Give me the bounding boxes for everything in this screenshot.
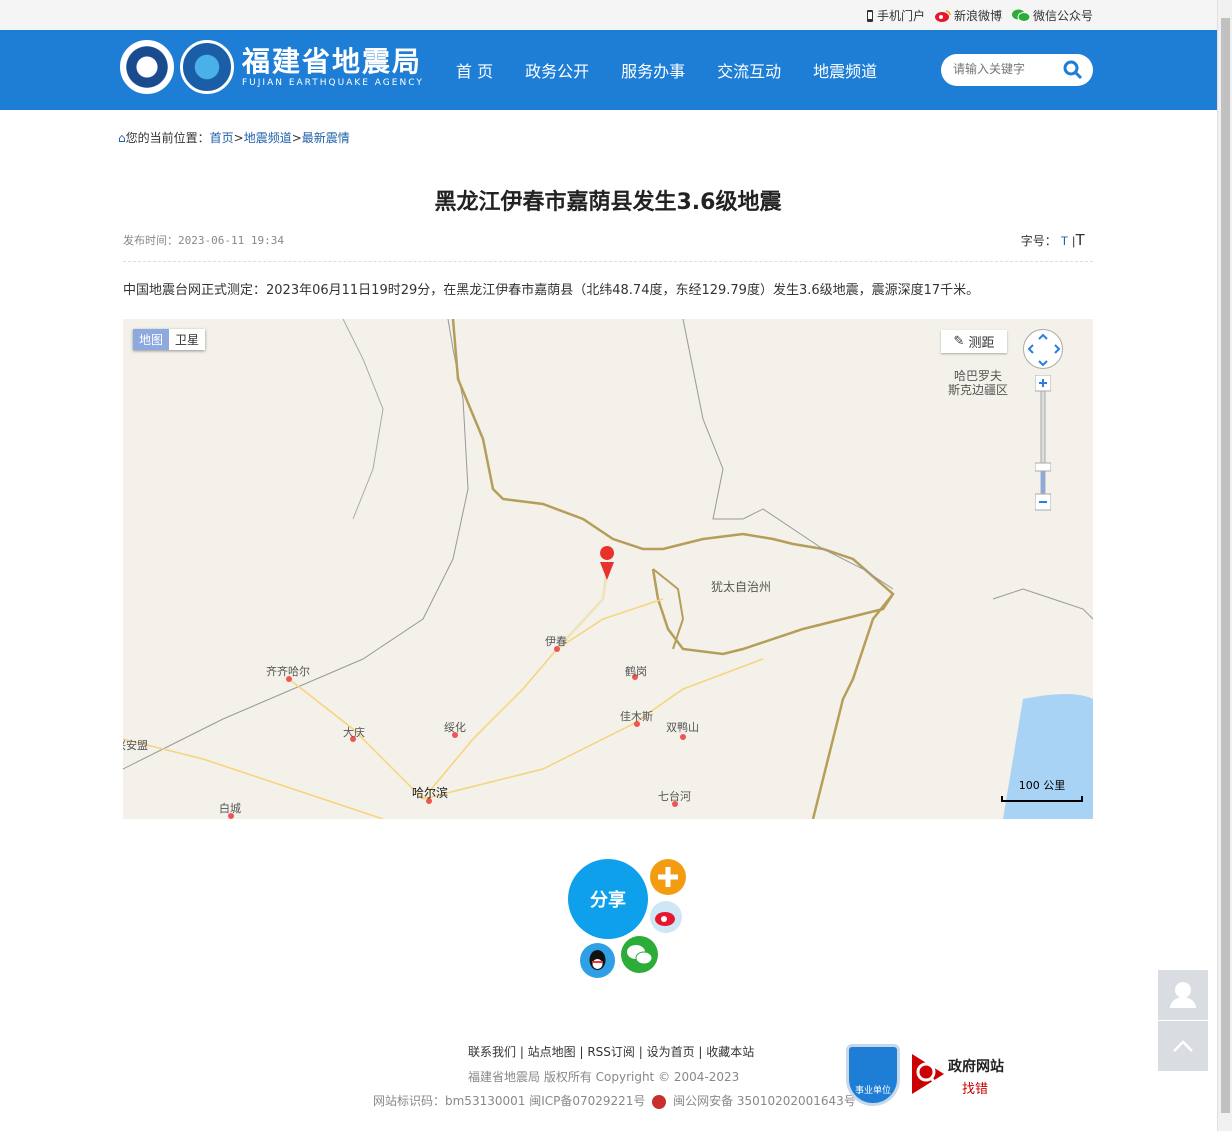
share-weibo-icon[interactable] — [650, 901, 682, 933]
publish-time: 发布时间：2023-06-11 19:34 — [123, 234, 284, 247]
wechat-icon — [1011, 9, 1030, 22]
site-name-en: FUJIAN EARTHQUAKE AGENCY — [242, 78, 424, 88]
share-more-icon[interactable] — [650, 859, 686, 895]
map-label: 伊春 — [545, 635, 567, 648]
nav-services[interactable]: 服务办事 — [605, 58, 701, 82]
share-wechat-icon[interactable] — [621, 936, 658, 973]
user-icon — [1170, 982, 1196, 1008]
site-name: 福建省地震局 — [242, 45, 423, 78]
map-label: 兴安盟 — [123, 739, 148, 752]
ruler-icon: ✎ — [953, 334, 965, 349]
map-label: 齐齐哈尔 — [266, 665, 310, 678]
font-small-button[interactable]: T — [1061, 234, 1068, 248]
share-qq-icon[interactable] — [580, 943, 615, 978]
institution-badge[interactable]: 事业单位 — [846, 1044, 900, 1106]
top-bar: 手机门户 新浪微博 微信公众号 — [0, 0, 1217, 30]
map-label: 七台河 — [658, 790, 691, 803]
map-type-map[interactable]: 地图 — [133, 329, 170, 350]
article-meta: 发布时间：2023-06-11 19:34 字号： T |T — [123, 232, 1093, 262]
font-size-control: 字号： T |T — [1020, 232, 1085, 249]
home-icon: ⌂ — [118, 131, 126, 145]
fjea-logo-icon — [180, 40, 234, 94]
mobile-link[interactable]: 手机门户 — [866, 7, 925, 24]
footer-icp: 网站标识码：bm53130001 闽ICP备07029221号 闽公网安备 35… — [373, 1094, 856, 1109]
zoom-slider-handle[interactable] — [1035, 462, 1051, 472]
map-label: 佳木斯 — [620, 710, 653, 723]
map-label: 鹤岗 — [625, 665, 647, 678]
map-label: 绥化 — [444, 721, 466, 734]
gov-magnifier-icon — [912, 1054, 944, 1094]
page-scrollbar[interactable] — [1217, 0, 1232, 1131]
phone-icon — [866, 9, 873, 22]
map-label: 双鸭山 — [666, 721, 699, 734]
site-header: 福建省地震局 FUJIAN EARTHQUAKE AGENCY 首 页 政务公开… — [0, 30, 1217, 110]
search-input[interactable] — [953, 62, 1063, 76]
site-logo[interactable]: 福建省地震局 FUJIAN EARTHQUAKE AGENCY — [120, 40, 424, 94]
nav-government[interactable]: 政务公开 — [509, 58, 605, 82]
wechat-link[interactable]: 微信公众号 — [1011, 7, 1093, 24]
map-type-satellite[interactable]: 卫星 — [169, 329, 206, 350]
weibo-link[interactable]: 新浪微博 — [934, 7, 1002, 24]
search-box — [941, 54, 1093, 86]
map-label: 白城 — [219, 802, 241, 815]
share-button[interactable]: 分享 — [568, 859, 648, 939]
zoom-control — [1035, 375, 1051, 515]
emblem-icon — [120, 40, 174, 94]
breadcrumb-earthquake[interactable]: 地震频道 — [244, 131, 292, 145]
footer-links[interactable]: 联系我们 | 站点地图 | RSS订阅 | 设为首页 | 收藏本站 — [468, 1043, 754, 1060]
breadcrumb-home[interactable]: 首页 — [210, 131, 234, 145]
user-side-button[interactable] — [1158, 970, 1208, 1020]
gov-error-report[interactable]: 政府网站 找错 — [910, 1052, 1010, 1097]
nav-home[interactable]: 首 页 — [440, 58, 509, 82]
footer-copyright: 福建省地震局 版权所有 Copyright © 2004-2023 — [468, 1070, 740, 1084]
map-type-switch: 地图 卫星 — [133, 329, 206, 350]
measure-button[interactable]: ✎ 测距 — [941, 330, 1007, 353]
chevron-up-icon — [1173, 1040, 1193, 1052]
article-body: 中国地震台网正式测定：2023年06月11日19时29分，在黑龙江伊春市嘉荫县（… — [123, 283, 980, 298]
breadcrumb: ⌂您的当前位置：首页>地震频道>最新震情 — [118, 131, 350, 145]
main-nav: 首 页 政务公开 服务办事 交流互动 地震频道 — [440, 30, 893, 110]
map-label: 斯克边疆区 — [948, 383, 1009, 397]
map-label: 大庆 — [343, 726, 365, 739]
weibo-icon — [934, 9, 951, 22]
nav-earthquake[interactable]: 地震频道 — [797, 58, 893, 82]
article-title: 黑龙江伊春市嘉荫县发生3.6级地震 — [434, 190, 782, 215]
pan-arrows-icon — [1027, 333, 1061, 367]
earthquake-map[interactable]: 哈巴罗夫 斯克边疆区 犹太自治州 伊春 鹤岗 佳木斯 双鸭山 齐齐哈尔 大庆 绥… — [123, 319, 1093, 819]
police-icon — [652, 1094, 667, 1109]
map-label: 哈巴罗夫 — [954, 369, 1003, 383]
search-icon[interactable] — [1063, 60, 1083, 80]
back-to-top-button[interactable] — [1158, 1021, 1208, 1071]
map-label: 犹太自治州 — [711, 580, 772, 594]
breadcrumb-latest[interactable]: 最新震情 — [302, 131, 350, 145]
nav-interaction[interactable]: 交流互动 — [701, 58, 797, 82]
font-large-button[interactable]: T — [1075, 232, 1085, 249]
pan-control[interactable] — [1023, 329, 1063, 369]
map-scale: 100 公里 — [1001, 777, 1083, 802]
map-label: 哈尔滨 — [412, 786, 449, 800]
